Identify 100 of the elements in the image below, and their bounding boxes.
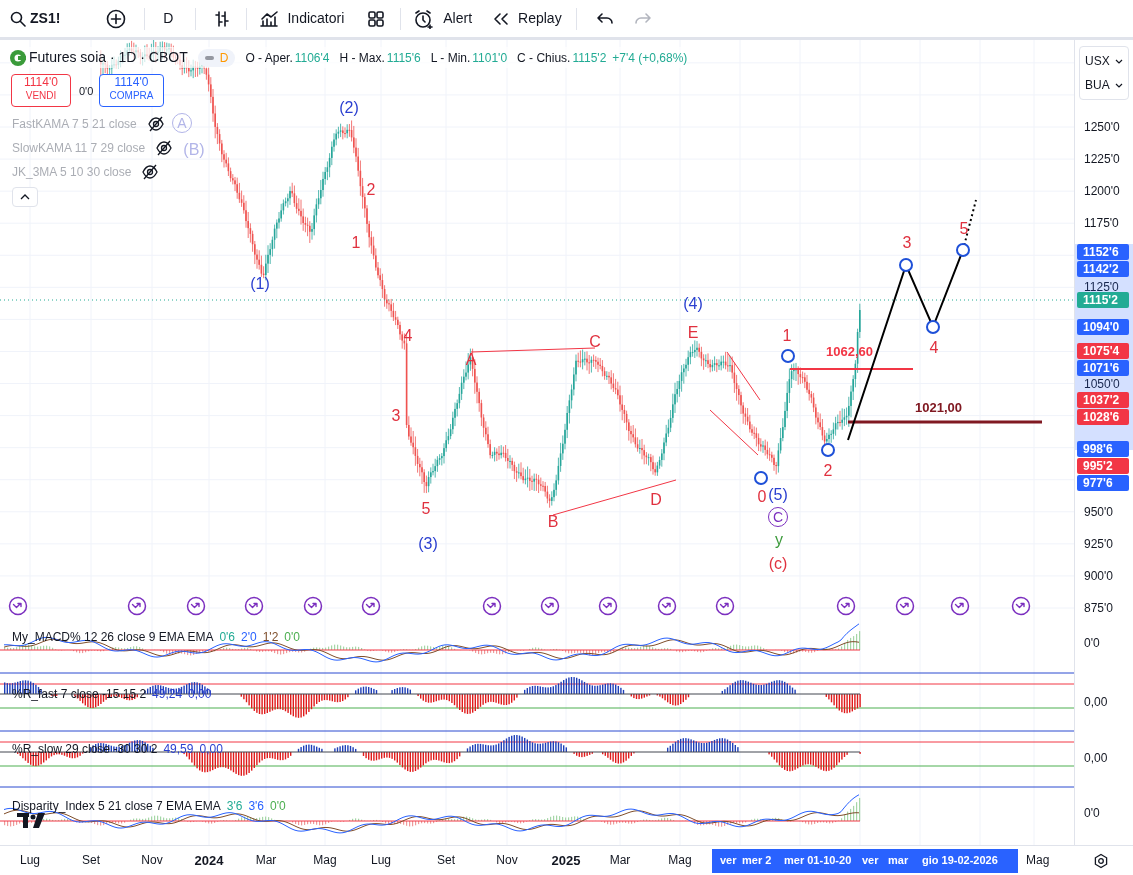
- wave-label: (1): [250, 276, 270, 292]
- ohlc-label: L - Min.: [430, 49, 471, 67]
- indicator-axis-value: 0'0: [1084, 807, 1100, 819]
- price-badge: 1028'6: [1077, 408, 1129, 425]
- price-badge: 1071'6: [1077, 359, 1129, 376]
- chevron-up-icon: [20, 194, 30, 200]
- price-badge: 1115'2: [1077, 291, 1129, 308]
- time-label: Nov: [496, 854, 518, 866]
- study-label: FastKAMA 7 5 21 close: [12, 116, 137, 133]
- wave-label: (2): [339, 100, 359, 116]
- wave-label: E: [687, 325, 699, 341]
- price-tick: 875'0: [1084, 602, 1113, 614]
- wave-point-marker: [754, 471, 768, 485]
- study-label: SlowKAMA 11 7 29 close: [12, 140, 146, 157]
- undo-icon: [595, 10, 614, 27]
- wave-label: (3): [418, 536, 438, 552]
- indicator-axis-value: 0,00: [1084, 752, 1108, 764]
- indicator-value: 49,24: [152, 686, 183, 703]
- wave-point-marker: [899, 258, 913, 272]
- eye-crossed-icon[interactable]: [146, 115, 165, 133]
- chart-line-icon: [259, 9, 280, 28]
- wave-label: 4: [403, 328, 413, 344]
- price-tick: 925'0: [1084, 537, 1113, 550]
- study-label: JK_3MA 5 10 30 close: [12, 164, 132, 181]
- time-range-label: mer 01-10-20: [784, 855, 852, 866]
- time-label: Mag: [313, 854, 337, 866]
- market-status-badge: D: [197, 48, 236, 67]
- wave-label: B: [547, 514, 559, 530]
- collapse-legend-button[interactable]: [12, 187, 38, 207]
- price-tick: 1200'0: [1084, 185, 1120, 198]
- price-badge: 1037'2: [1077, 391, 1129, 408]
- eye-crossed-icon[interactable]: [155, 139, 174, 157]
- wave-label: 3: [391, 408, 401, 424]
- currency-dropdown[interactable]: USX: [1080, 49, 1128, 73]
- wave-point-marker: [926, 320, 940, 334]
- wave-point-marker: [781, 349, 795, 363]
- plus-circle-icon: [106, 8, 127, 29]
- symbol-search-button[interactable]: ZS1!: [10, 8, 61, 29]
- alert-button[interactable]: Alert: [413, 4, 473, 33]
- time-label: 2025: [551, 854, 581, 867]
- chart-title: Futures soia · 1D · CBOT: [29, 48, 188, 67]
- chevron-down-icon: [1115, 82, 1123, 88]
- wave-label: 0: [757, 489, 767, 505]
- time-label: Mar: [255, 854, 277, 866]
- wave-point-marker: [956, 243, 970, 257]
- time-label: Nov: [141, 854, 163, 866]
- time-label: Lug: [371, 854, 391, 866]
- wave-label: (B): [183, 142, 205, 158]
- chevron-down-icon: [1115, 58, 1123, 64]
- price-tick: 1175'0: [1084, 217, 1119, 230]
- tradingview-logo-icon: [17, 813, 47, 829]
- wave-label: 1: [782, 328, 792, 344]
- indicators-button[interactable]: Indicatori: [259, 4, 345, 33]
- rewind-icon: [492, 10, 511, 27]
- indicator-value: 0'0: [270, 798, 286, 815]
- price-tick: 950'0: [1084, 505, 1113, 518]
- indicator-axis-value: 0,00: [1084, 696, 1108, 708]
- indicator-value: 1'2: [262, 629, 279, 646]
- indicator-value: 3'6: [248, 798, 265, 815]
- wave-label: 4: [929, 340, 939, 356]
- price-change: +7'4 (+0,68%): [612, 49, 688, 67]
- price-badge: 1152'6: [1077, 243, 1129, 260]
- ohlc-value: 1106'4: [294, 49, 330, 67]
- unit-dropdown[interactable]: BUA: [1080, 73, 1128, 97]
- wave-label: D: [650, 492, 662, 508]
- time-range-label: mar: [888, 855, 909, 866]
- indicator-value: 2'0: [241, 629, 257, 646]
- ohlc-value: 1115'2: [572, 49, 607, 67]
- trend-line: [726, 351, 761, 401]
- price-tick: 900'0: [1084, 569, 1113, 582]
- time-label: Set: [82, 854, 100, 866]
- wave-point-marker: [821, 443, 835, 457]
- wave-label: 3: [902, 235, 912, 251]
- trend-line: [709, 409, 759, 456]
- bar-chart-icon: [213, 9, 232, 28]
- price-tick: 1225'0: [1084, 153, 1120, 166]
- indicator-axis-value: 0'0: [1084, 637, 1100, 649]
- ohlc-label: C - Chius.: [517, 49, 571, 67]
- wave-label: 5: [421, 501, 431, 517]
- wave-label: 1: [351, 235, 361, 251]
- buy-button[interactable]: 1114'0 COMPRA: [99, 74, 164, 107]
- replay-button[interactable]: Replay: [492, 4, 562, 33]
- ohlc-value: 1101'0: [472, 49, 508, 67]
- indicator-value: 0,00: [188, 686, 212, 703]
- price-tick: 1250'0: [1084, 121, 1120, 133]
- price-badge: 1094'0: [1077, 319, 1129, 336]
- ohlc-label: O - Aper.: [245, 49, 293, 67]
- alarm-clock-icon: [413, 8, 436, 29]
- sell-button[interactable]: 1114'0 VENDI: [11, 74, 71, 107]
- indicator-value: 0'0: [284, 629, 300, 646]
- eye-crossed-icon[interactable]: [141, 163, 160, 181]
- wave-label: (4): [683, 296, 703, 312]
- price-tick: 1050'0: [1084, 377, 1120, 390]
- wave-label: 2: [823, 463, 833, 479]
- wave-label: C: [589, 334, 601, 350]
- time-label: Mag: [668, 854, 692, 866]
- indicator-label: %R_fast 7 close -15 15 2: [12, 686, 147, 703]
- time-label: Mag: [1026, 854, 1050, 866]
- price-tick: 1125'0: [1084, 281, 1119, 294]
- interval-button[interactable]: D: [159, 4, 178, 33]
